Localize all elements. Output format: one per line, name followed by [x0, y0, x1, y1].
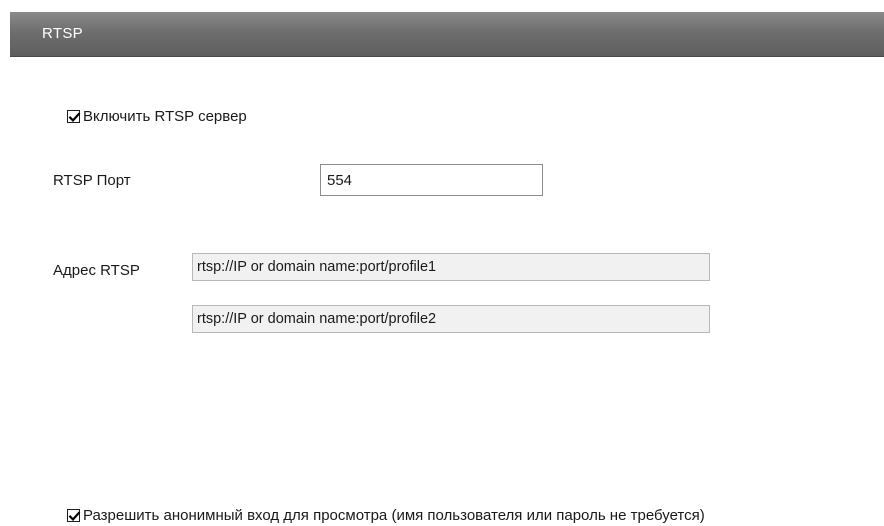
panel-title: RTSP [42, 25, 83, 42]
rtsp-address-profile2-field[interactable]: rtsp://IP or domain name:port/profile2 [192, 305, 710, 333]
rtsp-address-profile1-field[interactable]: rtsp://IP or domain name:port/profile1 [192, 253, 710, 281]
rtsp-address-label: Адрес RTSP [53, 262, 140, 279]
rtsp-port-input[interactable] [320, 164, 543, 196]
checkmark-icon [68, 112, 81, 122]
anonymous-login-row[interactable]: Разрешить анонимный вход для просмотра (… [67, 507, 705, 524]
panel-header: RTSP [10, 12, 884, 57]
rtsp-settings-panel: RTSP Включить RTSP сервер RTSP Порт Адре… [10, 12, 884, 526]
enable-rtsp-row[interactable]: Включить RTSP сервер [67, 108, 247, 125]
rtsp-port-label: RTSP Порт [53, 172, 131, 189]
enable-rtsp-checkbox[interactable] [67, 110, 81, 123]
enable-rtsp-label: Включить RTSP сервер [83, 108, 247, 125]
anonymous-login-label: Разрешить анонимный вход для просмотра (… [83, 507, 705, 524]
checkmark-icon [68, 511, 81, 521]
anonymous-login-checkbox[interactable] [67, 509, 81, 522]
